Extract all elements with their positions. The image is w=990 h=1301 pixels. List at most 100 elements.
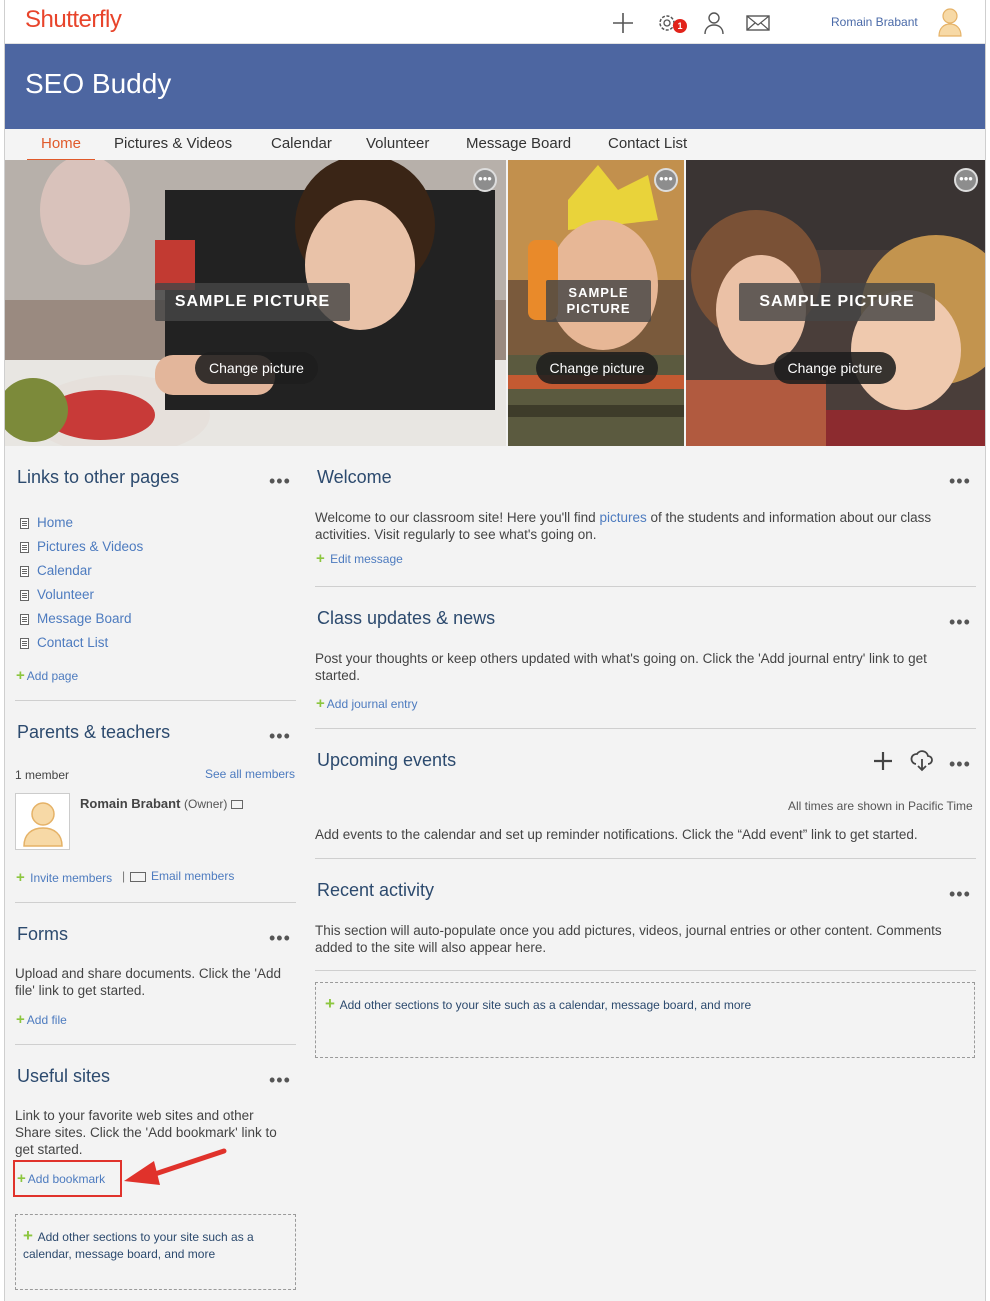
edit-message-link[interactable]: + Edit message <box>316 550 403 567</box>
page-frame: Shutterfly 1 Romain Brabant SEO Buddy Ho… <box>4 0 986 1301</box>
invite-members-link[interactable]: + Invite members <box>16 869 112 886</box>
member-name[interactable]: Romain Brabant <box>80 796 180 811</box>
add-sections-main-box[interactable]: + Add other sections to your site such a… <box>315 982 975 1058</box>
page-link-contact-list[interactable]: Contact List <box>20 635 108 650</box>
page-link-message-board[interactable]: Message Board <box>20 611 132 626</box>
change-picture-button[interactable]: Change picture <box>774 352 896 384</box>
add-event-icon[interactable] <box>872 750 894 772</box>
page-link-label: Message Board <box>37 611 132 626</box>
member-count: 1 member <box>15 768 70 782</box>
page-link-pictures-videos[interactable]: Pictures & Videos <box>20 539 143 554</box>
add-sections-main-label: Add other sections to your site such as … <box>339 998 752 1012</box>
sample-picture-label: SAMPLE PICTURE <box>546 280 651 322</box>
hero-photo-3: SAMPLE PICTURE Change picture ••• <box>686 160 985 446</box>
parents-section-title: Parents & teachers <box>17 722 171 742</box>
more-options-icon[interactable]: ••• <box>473 168 497 192</box>
welcome-text: Welcome to our classroom site! Here you'… <box>315 509 973 543</box>
nav-volunteer[interactable]: Volunteer <box>366 135 429 159</box>
welcome-more-icon[interactable]: ••• <box>949 472 971 490</box>
timezone-note: All times are shown in Pacific Time <box>788 799 973 813</box>
welcome-section-title: Welcome <box>317 467 392 487</box>
user-name-link[interactable]: Romain Brabant <box>831 15 918 29</box>
forms-description: Upload and share documents. Click the 'A… <box>15 966 281 998</box>
add-sections-left-text: + Add other sections to your site such a… <box>23 1227 285 1263</box>
activity-more-icon[interactable]: ••• <box>949 885 971 903</box>
top-bar: Shutterfly 1 Romain Brabant <box>5 0 985 44</box>
plus-icon: + <box>316 695 325 712</box>
events-more-icon[interactable]: ••• <box>949 755 971 773</box>
useful-sites-more-icon[interactable]: ••• <box>269 1071 291 1089</box>
sample-picture-label: SAMPLE PICTURE <box>155 283 350 321</box>
cloud-download-icon[interactable] <box>910 750 934 772</box>
nav-home[interactable]: Home <box>27 135 96 161</box>
mail-icon[interactable] <box>745 10 771 36</box>
updates-more-icon[interactable]: ••• <box>949 613 971 631</box>
person-icon[interactable] <box>701 10 727 36</box>
page-icon <box>20 613 29 625</box>
change-picture-button[interactable]: Change picture <box>195 352 318 384</box>
divider <box>315 858 976 859</box>
nav-message-board[interactable]: Message Board <box>466 135 571 159</box>
more-options-icon[interactable]: ••• <box>654 168 678 192</box>
add-sections-main-text: + Add other sections to your site such a… <box>325 994 751 1014</box>
nav-pictures-videos[interactable]: Pictures & Videos <box>114 135 232 159</box>
add-journal-entry-link[interactable]: + Add journal entry <box>316 695 418 712</box>
divider <box>15 700 296 701</box>
sample-picture-label: SAMPLE PICTURE <box>739 283 935 321</box>
edit-message-label: Edit message <box>330 552 403 566</box>
plus-icon: + <box>325 994 335 1013</box>
avatar-icon <box>23 802 63 847</box>
plus-icon: + <box>16 1011 25 1028</box>
useful-sites-section-title: Useful sites <box>17 1066 111 1086</box>
hero-photo-2: SAMPLE PICTURE Change picture ••• <box>508 160 684 446</box>
add-sections-left-label: Add other sections to your site such as … <box>23 1230 254 1261</box>
add-sections-left-box[interactable]: + Add other sections to your site such a… <box>15 1214 296 1290</box>
add-file-label: Add file <box>26 1013 67 1027</box>
email-icon[interactable] <box>231 800 243 810</box>
add-page-label: Add page <box>26 669 79 683</box>
add-journal-entry-label: Add journal entry <box>326 697 418 711</box>
divider <box>315 586 976 587</box>
member-avatar[interactable] <box>15 793 70 850</box>
plus-icon: + <box>16 869 25 886</box>
site-banner: SEO Buddy <box>5 44 985 129</box>
links-section-title: Links to other pages <box>17 467 180 487</box>
member-entry: Romain Brabant (Owner) <box>80 795 243 813</box>
updates-description: Post your thoughts or keep others update… <box>315 651 927 683</box>
events-description: Add events to the calendar and set up re… <box>315 827 918 842</box>
see-all-members-link[interactable]: See all members <box>205 767 295 781</box>
page-link-label: Pictures & Videos <box>37 539 144 554</box>
page-link-home[interactable]: Home <box>20 515 73 530</box>
annotation-arrow-icon <box>124 1148 227 1185</box>
pictures-link[interactable]: pictures <box>599 510 646 525</box>
links-more-icon[interactable]: ••• <box>269 472 291 490</box>
email-members-link[interactable]: Email members <box>130 869 234 883</box>
page-icon <box>20 517 29 529</box>
events-section-title: Upcoming events <box>317 750 457 770</box>
nav-contact-list[interactable]: Contact List <box>608 135 687 159</box>
parents-more-icon[interactable]: ••• <box>269 727 291 745</box>
add-file-link[interactable]: + Add file <box>16 1011 67 1028</box>
activity-section-title: Recent activity <box>317 880 435 900</box>
plus-icon: + <box>316 550 325 567</box>
plus-icon[interactable] <box>610 10 636 36</box>
add-page-link[interactable]: + Add page <box>16 667 78 684</box>
page-link-volunteer[interactable]: Volunteer <box>20 587 94 602</box>
nav-calendar[interactable]: Calendar <box>271 135 332 159</box>
change-picture-button[interactable]: Change picture <box>536 352 658 384</box>
divider <box>15 902 296 903</box>
email-icon <box>130 871 146 882</box>
plus-icon: + <box>16 667 25 684</box>
forms-more-icon[interactable]: ••• <box>269 929 291 947</box>
member-role: (Owner) <box>184 797 228 811</box>
shutterfly-logo[interactable]: Shutterfly <box>25 6 122 34</box>
invite-members-label: Invite members <box>30 871 113 885</box>
forms-section-title: Forms <box>17 924 68 944</box>
page-link-calendar[interactable]: Calendar <box>20 563 92 578</box>
page-link-label: Volunteer <box>37 587 95 602</box>
welcome-text-part: Welcome to our classroom site! Here you'… <box>315 510 600 525</box>
more-options-icon[interactable]: ••• <box>954 168 978 192</box>
divider <box>315 728 976 729</box>
page-icon <box>20 589 29 601</box>
avatar-icon[interactable] <box>937 7 963 37</box>
